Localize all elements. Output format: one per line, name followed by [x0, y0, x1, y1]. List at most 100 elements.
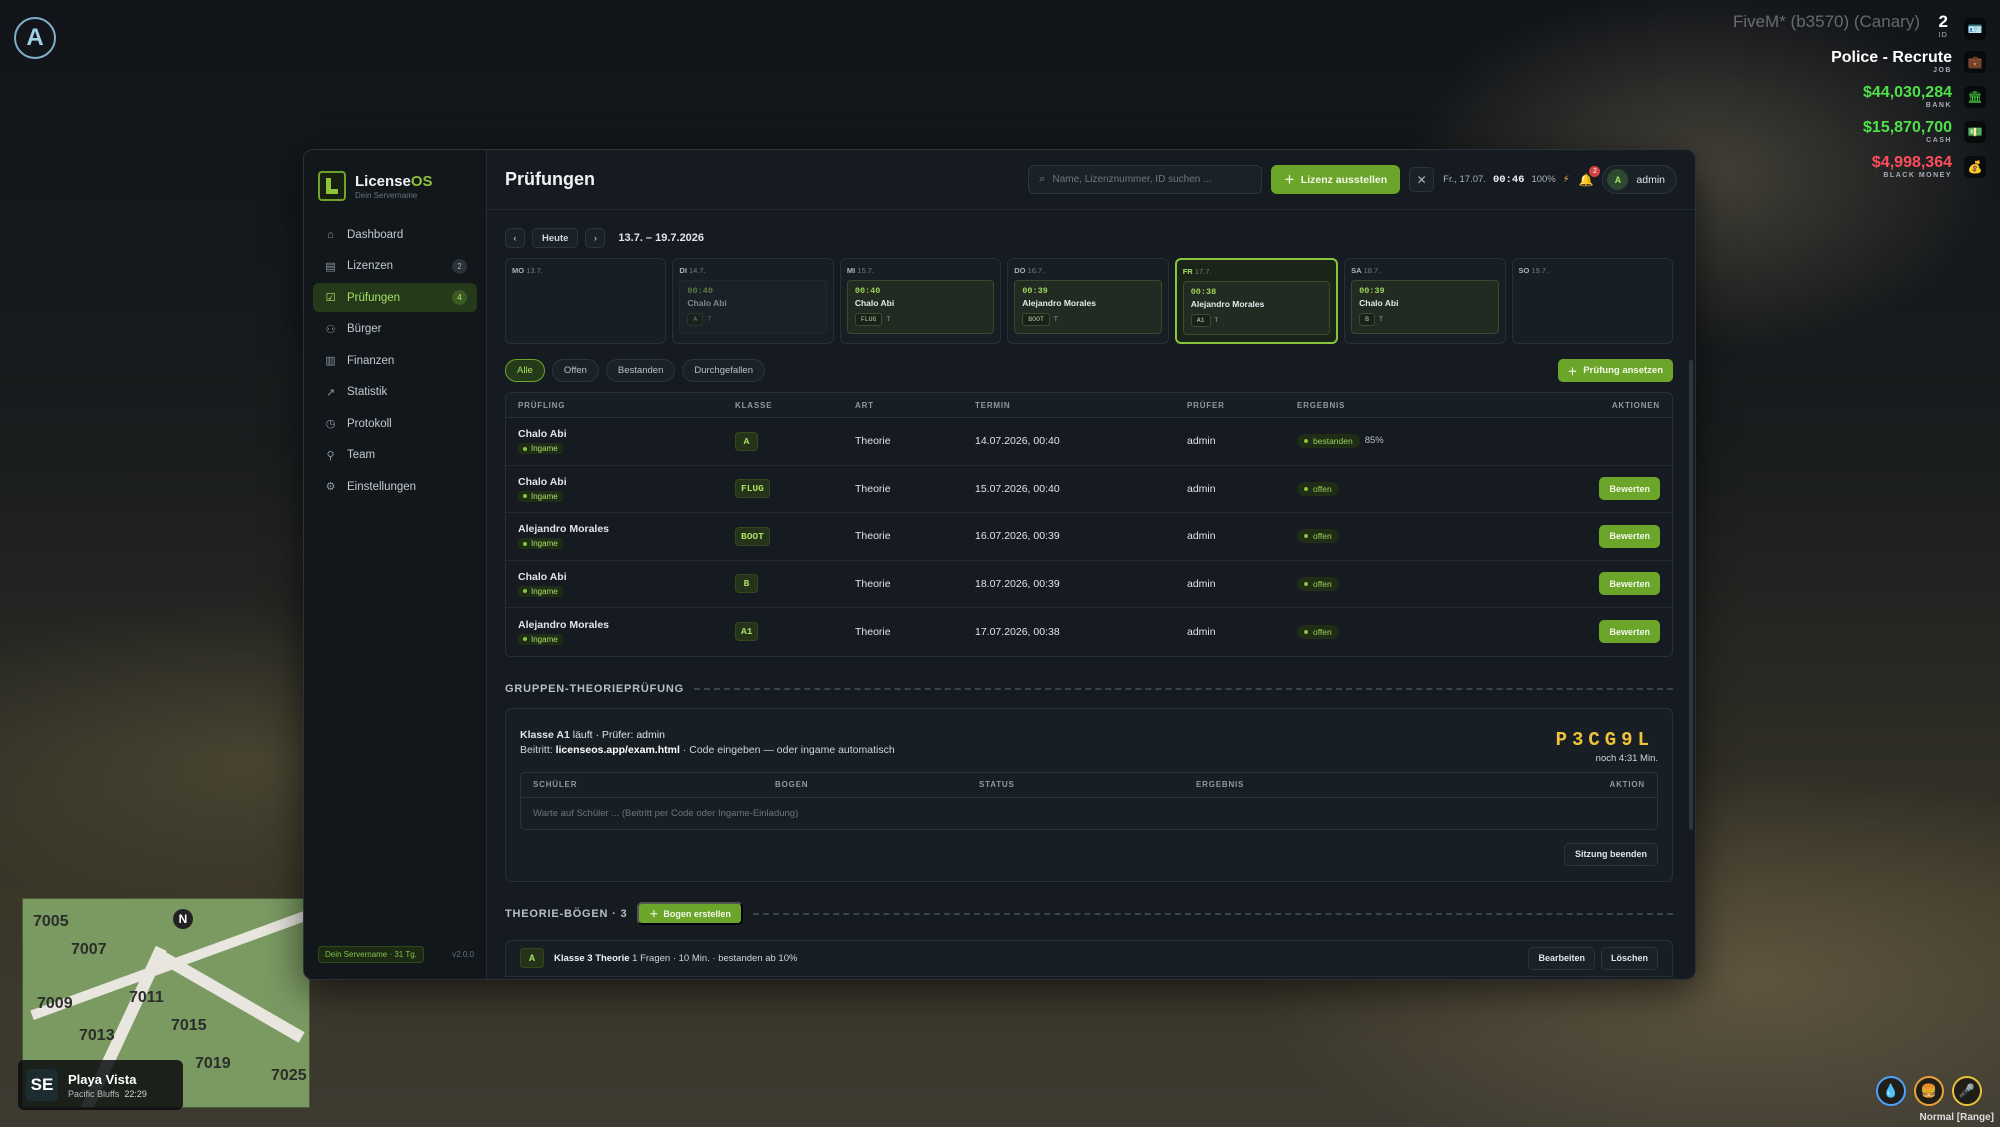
day-column-di[interactable]: DI 14.7. 00:40 Chalo Abi AT [672, 258, 834, 344]
briefcase-icon: 💼 [1964, 51, 1986, 73]
sidebar-item-buerger[interactable]: ⚇ Bürger [313, 315, 477, 344]
filter-durchgefallen[interactable]: Durchgefallen [682, 359, 765, 382]
license-logo-icon [318, 171, 346, 201]
notifications-button[interactable]: 🔔 2 [1578, 165, 1601, 187]
rate-button[interactable]: Bewerten [1599, 572, 1660, 596]
filter-offen[interactable]: Offen [551, 359, 599, 382]
edit-sheet-button[interactable]: Bearbeiten [1528, 946, 1595, 970]
search-input[interactable] [1052, 174, 1252, 185]
day-column-so[interactable]: SO 19.7. [1511, 258, 1673, 344]
calendar-event[interactable]: 00:40 Chalo Abi AT [679, 280, 827, 334]
end-session-button[interactable]: Sitzung beenden [1564, 842, 1658, 866]
week-calendar: MO 13.7. DI 14.7. 00:40 Chalo Abi AT MI … [505, 258, 1673, 344]
table-row[interactable]: Chalo Abi Ingame FLUG Theorie 15.07.2026,… [506, 466, 1672, 513]
table-row[interactable]: Chalo Abi Ingame B Theorie 18.07.2026, 00… [506, 561, 1672, 608]
filter-bar: Alle Offen Bestanden Durchgefallen ＋ Prü… [505, 359, 1673, 382]
sidebar-item-lizenzen[interactable]: ▤ Lizenzen 2 [313, 252, 477, 281]
north-indicator: N [173, 909, 193, 929]
water-drop-icon: 💧 [1876, 1076, 1906, 1106]
issue-license-button[interactable]: ＋ Lizenz ausstellen [1271, 165, 1401, 194]
close-icon: ✕ [1416, 172, 1427, 187]
chevron-right-icon: › [593, 232, 597, 244]
player-id: 2 ID [1938, 12, 1948, 39]
sidebar-item-team[interactable]: ⚲ Team [313, 441, 477, 470]
notification-count: 2 [1589, 165, 1601, 177]
scrollbar[interactable] [1689, 360, 1693, 830]
status-badge: offen [1297, 576, 1339, 591]
id-card-icon: ▤ [325, 260, 336, 273]
table-row[interactable]: Alejandro Morales Ingame A1 Theorie 17.07… [506, 608, 1672, 656]
sidebar-item-protokoll[interactable]: ◷ Protokoll [313, 409, 477, 438]
rate-button[interactable]: Bewerten [1599, 620, 1660, 644]
class-badge: B [735, 574, 758, 594]
theory-sheets-section-title: THEORIE-BÖGEN · 3 ＋ Bogen erstellen [505, 902, 1673, 925]
table-row[interactable]: Alejandro Morales Ingame BOOT Theorie 16.… [506, 513, 1672, 561]
sidebar: LicenseOS Dein Servername ⌂ Dashboard ▤ … [304, 150, 487, 979]
plus-icon: ＋ [649, 909, 659, 919]
content: ‹ Heute › 13.7. – 19.7.2026 MO 13.7. DI … [487, 210, 1695, 979]
day-column-do[interactable]: DO 16.7. 00:39 Alejandro Morales BOOT T [1007, 258, 1169, 344]
calendar-event[interactable]: 00:39 Chalo Abi BT [1351, 280, 1499, 334]
sidebar-item-finanzen[interactable]: ▥ Finanzen [313, 346, 477, 375]
search-box: ⌕ [1028, 165, 1263, 194]
calendar-event[interactable]: 00:40 Chalo Abi FLUG T [846, 280, 995, 334]
plus-icon: ＋ [1284, 174, 1295, 186]
table-row[interactable]: Chalo Abi Ingame A Theorie 14.07.2026, 00… [506, 418, 1672, 466]
user-icon: ⚲ [326, 449, 335, 462]
sidebar-item-statistik[interactable]: ↗ Statistik [313, 378, 477, 407]
sidebar-item-pruefungen[interactable]: ☑ Prüfungen 4 [313, 283, 477, 312]
class-badge: A [735, 431, 758, 451]
prev-week-button[interactable]: ‹ [505, 228, 525, 248]
bar-chart-icon: ▥ [325, 355, 336, 367]
black-money-display: $4,998,364 BLACK MONEY [1871, 154, 1952, 179]
topbar: Prüfungen ⌕ ＋ Lizenz ausstellen ✕ Fr., 1… [487, 150, 1695, 210]
today-button[interactable]: Heute [532, 228, 579, 248]
server-logo: A [14, 17, 56, 59]
theory-sheet-item[interactable]: A Klasse 3 Theorie 1 Fragen · 10 Min. · … [505, 939, 1673, 977]
sidebar-item-einstellungen[interactable]: ⚙ Einstellungen [313, 472, 477, 501]
id-icon: 🪪 [1964, 18, 1986, 40]
rate-button[interactable]: Bewerten [1599, 524, 1660, 548]
status-badge: offen [1297, 529, 1339, 544]
day-column-mo[interactable]: MO 13.7. [505, 258, 667, 344]
user-menu[interactable]: A admin [1602, 165, 1677, 194]
main-panel: Prüfungen ⌕ ＋ Lizenz ausstellen ✕ Fr., 1… [487, 150, 1695, 979]
clipboard-check-icon: ☑ [325, 292, 336, 304]
rate-button[interactable]: Bewerten [1599, 477, 1660, 501]
day-column-fr-today[interactable]: FR 17.7. 00:38 Alejandro Morales A1 T [1174, 258, 1339, 344]
date-label: Fr., 17.07. [1443, 174, 1486, 185]
sidebar-footer: Dein Servername · 31 Tg. v2.0.0 [318, 946, 474, 963]
next-week-button[interactable]: › [585, 228, 606, 248]
empty-state: Warte auf Schüler ... (Beitritt per Code… [533, 807, 799, 819]
filter-alle[interactable]: Alle [505, 359, 545, 382]
schedule-exam-button[interactable]: ＋ Prüfung ansetzen [1557, 359, 1673, 382]
sidebar-item-dashboard[interactable]: ⌂ Dashboard [313, 220, 477, 249]
ingame-badge: Ingame [518, 585, 563, 597]
nav-badge: 2 [452, 258, 467, 274]
brand-subtitle: Dein Servername [355, 190, 418, 200]
nav-badge: 4 [452, 290, 467, 305]
group-exam-join-info: Beitritt: licenseos.app/exam.html · Code… [520, 743, 895, 756]
street-name: Playa Vista [68, 1071, 137, 1087]
users-icon: ⚇ [325, 323, 336, 336]
group-exam-card: Klasse A1 läuft · Prüfer: admin Beitritt… [505, 707, 1673, 882]
compass-direction: SE [26, 1069, 58, 1101]
day-column-mi[interactable]: MI 15.7. 00:40 Chalo Abi FLUG T [839, 258, 1002, 344]
battery-label: 100% [1531, 174, 1556, 185]
job-display: Police - Recrute JOB [1831, 49, 1952, 74]
day-column-sa[interactable]: SA 18.7. 00:39 Chalo Abi BT [1344, 258, 1506, 344]
create-sheet-button[interactable]: ＋ Bogen erstellen [637, 902, 743, 925]
search-icon: ⌕ [1039, 173, 1046, 185]
voice-mode: Normal [Range] [1919, 1112, 1994, 1123]
join-code: P3CG9L [1555, 728, 1654, 751]
black-money-icon: 💰 [1964, 156, 1986, 178]
calendar-event[interactable]: 00:39 Alejandro Morales BOOT T [1014, 280, 1162, 334]
delete-sheet-button[interactable]: Löschen [1600, 946, 1658, 970]
burger-icon: 🍔 [1914, 1076, 1944, 1106]
calendar-event[interactable]: 00:38 Alejandro Morales A1 T [1182, 281, 1331, 335]
chevron-left-icon: ‹ [513, 232, 517, 244]
filter-bestanden[interactable]: Bestanden [605, 359, 676, 382]
ingame-badge: Ingame [518, 633, 563, 645]
close-button[interactable]: ✕ [1409, 167, 1435, 192]
avatar: A [1607, 169, 1629, 190]
